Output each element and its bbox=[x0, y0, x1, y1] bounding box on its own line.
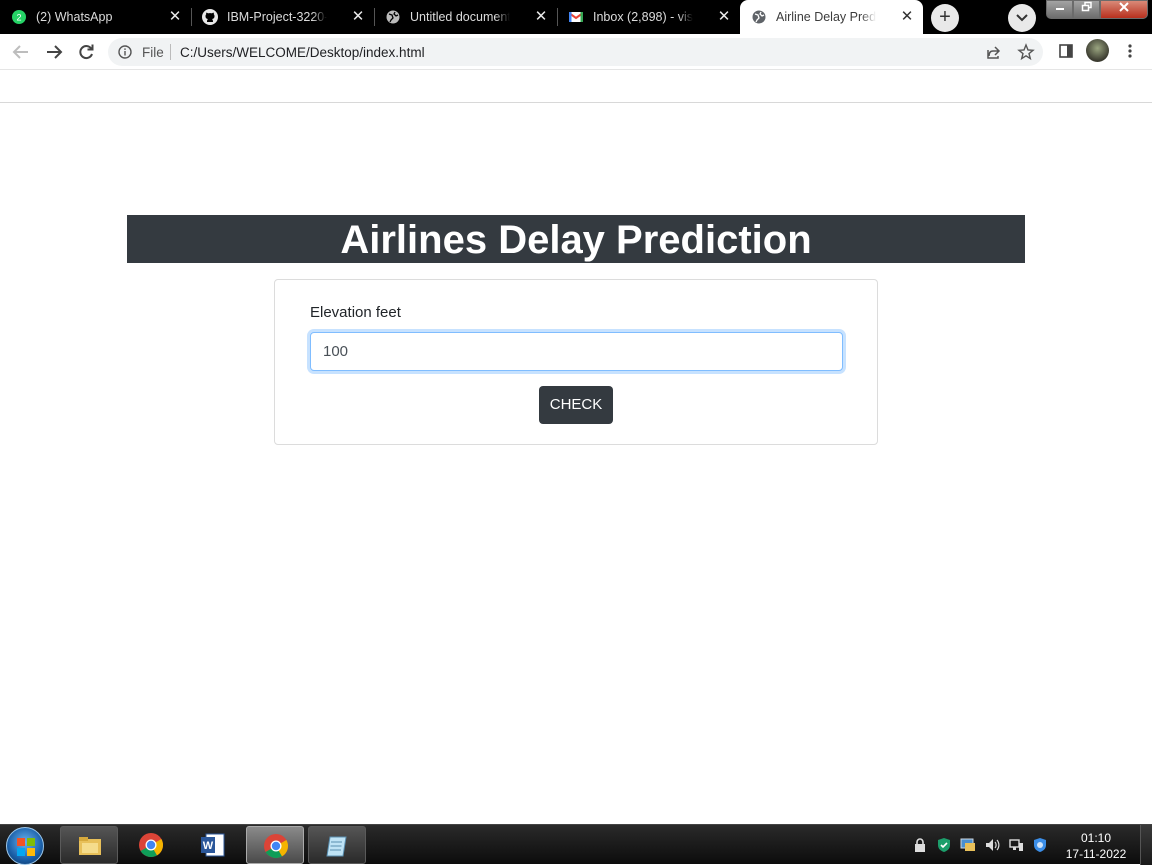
back-button[interactable] bbox=[10, 41, 32, 63]
tab-label: (2) WhatsApp bbox=[36, 10, 113, 24]
github-icon bbox=[202, 9, 218, 25]
taskbar-chrome-active[interactable] bbox=[246, 826, 304, 864]
bookmark-bar bbox=[0, 70, 1152, 103]
tab-label: IBM-Project-3220-165 bbox=[227, 10, 327, 24]
shield-icon[interactable] bbox=[936, 837, 952, 853]
arrow-right-icon bbox=[47, 45, 63, 59]
chrome-icon bbox=[139, 833, 164, 858]
tab-airline-delay-prediction[interactable]: Airline Delay Prediction ✕ bbox=[740, 0, 923, 34]
url-text[interactable]: C:/Users/WELCOME/Desktop/index.html bbox=[180, 45, 425, 60]
close-tab-icon[interactable]: ✕ bbox=[533, 9, 549, 25]
tab-label: Untitled document bbox=[410, 10, 510, 24]
info-icon[interactable] bbox=[118, 45, 132, 59]
taskbar: W 01:10 17-11-2022 bbox=[0, 824, 1152, 865]
arrow-left-icon bbox=[12, 45, 28, 59]
tab-label: Airline Delay Prediction bbox=[776, 10, 876, 24]
restore-icon bbox=[1081, 1, 1092, 12]
tab-label: Inbox (2,898) - vishalk bbox=[593, 10, 693, 24]
restore-button[interactable] bbox=[1073, 0, 1100, 19]
prediction-form-card: Elevation feet CHECK bbox=[274, 279, 878, 445]
system-tray bbox=[912, 837, 1048, 853]
check-button[interactable]: CHECK bbox=[539, 386, 613, 424]
clock-date: 17-11-2022 bbox=[1065, 847, 1127, 861]
tab-whatsapp[interactable]: 2 (2) WhatsApp ✕ bbox=[0, 0, 192, 34]
security-lock-icon[interactable] bbox=[912, 837, 928, 853]
close-tab-icon[interactable]: ✕ bbox=[899, 9, 915, 25]
new-tab-button[interactable]: + bbox=[931, 4, 959, 32]
close-tab-icon[interactable]: ✕ bbox=[350, 9, 366, 25]
start-button[interactable] bbox=[6, 827, 44, 865]
share-icon[interactable] bbox=[986, 44, 1002, 60]
page-title: Airlines Delay Prediction bbox=[127, 215, 1025, 263]
omnibox-divider bbox=[170, 44, 171, 60]
svg-text:2: 2 bbox=[16, 13, 21, 23]
network-monitor-icon[interactable] bbox=[960, 837, 976, 853]
taskbar-explorer[interactable] bbox=[60, 826, 118, 864]
folder-icon bbox=[79, 837, 101, 855]
system-clock[interactable]: 01:10 17-11-2022 bbox=[1062, 830, 1130, 862]
network-icon[interactable] bbox=[1008, 837, 1024, 853]
notepad-icon bbox=[326, 836, 347, 857]
close-icon bbox=[1119, 2, 1129, 12]
address-bar[interactable]: File C:/Users/WELCOME/Desktop/index.html bbox=[108, 38, 1043, 66]
elevation-input[interactable] bbox=[310, 332, 843, 371]
profile-avatar[interactable] bbox=[1086, 39, 1109, 62]
globe-icon bbox=[752, 10, 766, 24]
forward-button[interactable] bbox=[43, 41, 65, 63]
elevation-label: Elevation feet bbox=[310, 304, 401, 321]
volume-icon[interactable] bbox=[984, 837, 1000, 853]
whatsapp-icon: 2 bbox=[12, 10, 26, 24]
reload-icon bbox=[79, 44, 94, 60]
taskbar-notepad[interactable] bbox=[308, 826, 366, 864]
more-menu-icon[interactable] bbox=[1122, 43, 1138, 59]
tab-strip: 2 (2) WhatsApp ✕ IBM-Project-3220-165 ✕ … bbox=[0, 0, 1152, 34]
taskbar-chrome[interactable] bbox=[122, 826, 180, 864]
minimize-icon bbox=[1055, 8, 1064, 10]
word-icon: W bbox=[201, 833, 225, 857]
tab-search-button[interactable] bbox=[1008, 4, 1036, 32]
taskbar-word[interactable]: W bbox=[184, 826, 242, 864]
gmail-icon bbox=[568, 10, 584, 24]
close-tab-icon[interactable]: ✕ bbox=[167, 9, 183, 25]
bookmark-star-icon[interactable] bbox=[1017, 43, 1035, 61]
chevron-down-icon bbox=[1016, 14, 1028, 22]
close-window-button[interactable] bbox=[1100, 0, 1148, 19]
close-tab-icon[interactable]: ✕ bbox=[716, 9, 732, 25]
show-desktop-button[interactable] bbox=[1140, 825, 1152, 865]
window-controls bbox=[1046, 0, 1150, 19]
minimize-button[interactable] bbox=[1046, 0, 1073, 19]
windows-logo-icon bbox=[17, 838, 35, 856]
svg-text:W: W bbox=[203, 840, 214, 852]
tab-gmail-inbox[interactable]: Inbox (2,898) - vishalk ✕ bbox=[557, 0, 740, 34]
vpn-shield-icon[interactable] bbox=[1032, 837, 1048, 853]
reload-button[interactable] bbox=[75, 41, 97, 63]
tab-github[interactable]: IBM-Project-3220-165 ✕ bbox=[191, 0, 375, 34]
side-panel-icon[interactable] bbox=[1058, 43, 1074, 59]
browser-toolbar: File C:/Users/WELCOME/Desktop/index.html bbox=[0, 34, 1152, 70]
chrome-icon bbox=[264, 834, 289, 859]
scheme-label: File bbox=[142, 45, 164, 60]
clock-time: 01:10 bbox=[1080, 831, 1112, 845]
globe-icon bbox=[386, 10, 400, 24]
tab-untitled-document[interactable]: Untitled document ✕ bbox=[374, 0, 558, 34]
